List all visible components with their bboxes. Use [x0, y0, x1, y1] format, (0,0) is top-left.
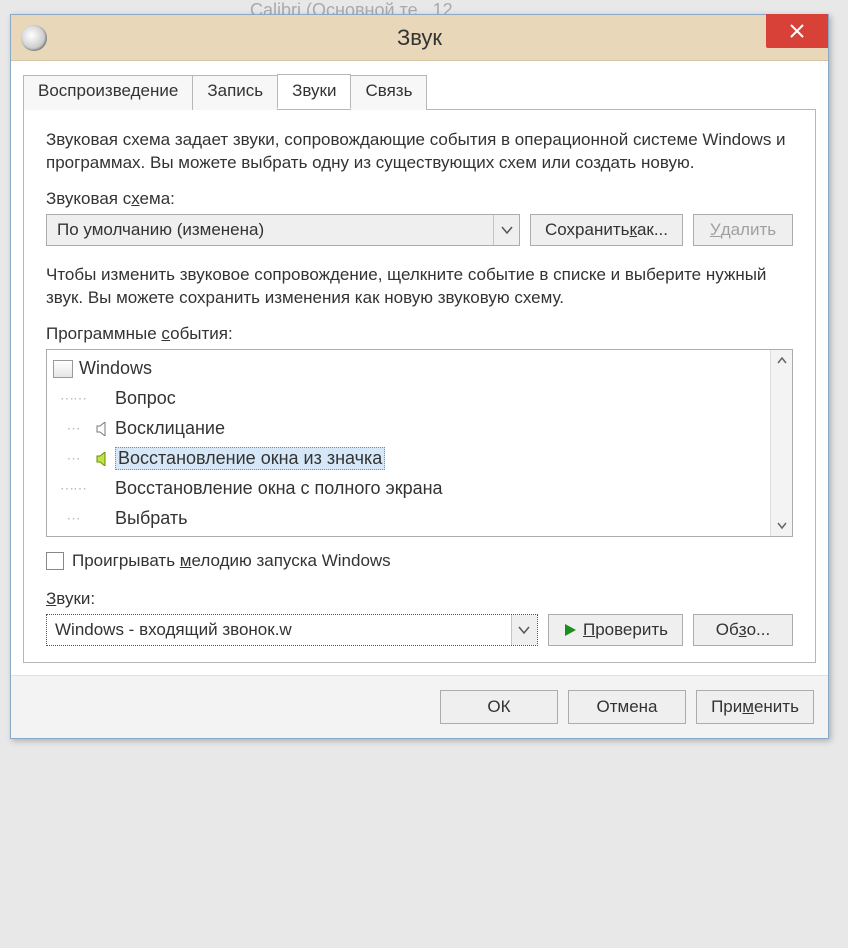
sound-file-value: Windows - входящий звонок.w — [47, 615, 511, 645]
windows-icon — [53, 360, 73, 378]
speaker-icon — [93, 422, 115, 436]
sound-icon — [21, 25, 47, 51]
scheme-value: По умолчанию (изменена) — [47, 215, 493, 245]
test-button[interactable]: Проверить — [548, 614, 683, 646]
apply-button[interactable]: Применить — [696, 690, 814, 724]
delete-button: Удалить — [693, 214, 793, 246]
scheme-label: Звуковая схема: — [46, 189, 793, 209]
tab-communications[interactable]: Связь — [350, 75, 427, 110]
play-icon — [563, 623, 577, 637]
checkbox-icon — [46, 552, 64, 570]
scroll-up-icon[interactable] — [771, 350, 792, 372]
chevron-down-icon — [511, 615, 537, 645]
dialog-footer: ОК Отмена Применить — [11, 675, 828, 738]
checkbox-label: Проигрывать мелодию запуска Windows — [72, 551, 391, 571]
tab-strip: Воспроизведение Запись Звуки Связь — [23, 74, 816, 110]
sounds-panel: Звуковая схема задает звуки, сопровождаю… — [23, 109, 816, 663]
tab-recording[interactable]: Запись — [192, 75, 278, 110]
tree-item-selected[interactable]: ⋯ Восстановление окна из значка — [53, 444, 764, 474]
chevron-down-icon — [493, 215, 519, 245]
sound-dialog: Звук Воспроизведение Запись Звуки Связь … — [10, 14, 829, 739]
ok-button[interactable]: ОК — [440, 690, 558, 724]
tab-playback[interactable]: Воспроизведение — [23, 75, 193, 110]
events-tree[interactable]: Windows ⋯⋯ Вопрос ⋯ Восклицание ⋯ — [46, 349, 793, 537]
tree-item[interactable]: ⋯⋯ Восстановление окна с полного экрана — [53, 474, 764, 504]
events-description: Чтобы изменить звуковое сопровождение, щ… — [46, 264, 793, 310]
scheme-description: Звуковая схема задает звуки, сопровождаю… — [46, 129, 793, 175]
events-label: Программные события: — [46, 324, 793, 344]
close-icon — [789, 23, 805, 39]
startup-sound-checkbox[interactable]: Проигрывать мелодию запуска Windows — [46, 551, 793, 571]
save-as-button[interactable]: Сохранить как... — [530, 214, 683, 246]
tree-scrollbar[interactable] — [770, 350, 792, 536]
tab-sounds[interactable]: Звуки — [277, 74, 351, 109]
tree-item[interactable]: ⋯ Выбрать — [53, 504, 764, 534]
browse-button[interactable]: Обзо... — [693, 614, 793, 646]
tree-item[interactable]: ⋯⋯ Вопрос — [53, 384, 764, 414]
tree-root[interactable]: Windows — [53, 354, 764, 384]
close-button[interactable] — [766, 14, 828, 48]
speaker-active-icon — [93, 452, 115, 466]
titlebar[interactable]: Звук — [11, 15, 828, 61]
scroll-down-icon[interactable] — [771, 514, 792, 536]
tree-item[interactable]: ⋯ Восклицание — [53, 414, 764, 444]
cancel-button[interactable]: Отмена — [568, 690, 686, 724]
scheme-dropdown[interactable]: По умолчанию (изменена) — [46, 214, 520, 246]
window-title: Звук — [397, 25, 442, 51]
sounds-label: Звуки: — [46, 589, 793, 609]
sound-file-dropdown[interactable]: Windows - входящий звонок.w — [46, 614, 538, 646]
